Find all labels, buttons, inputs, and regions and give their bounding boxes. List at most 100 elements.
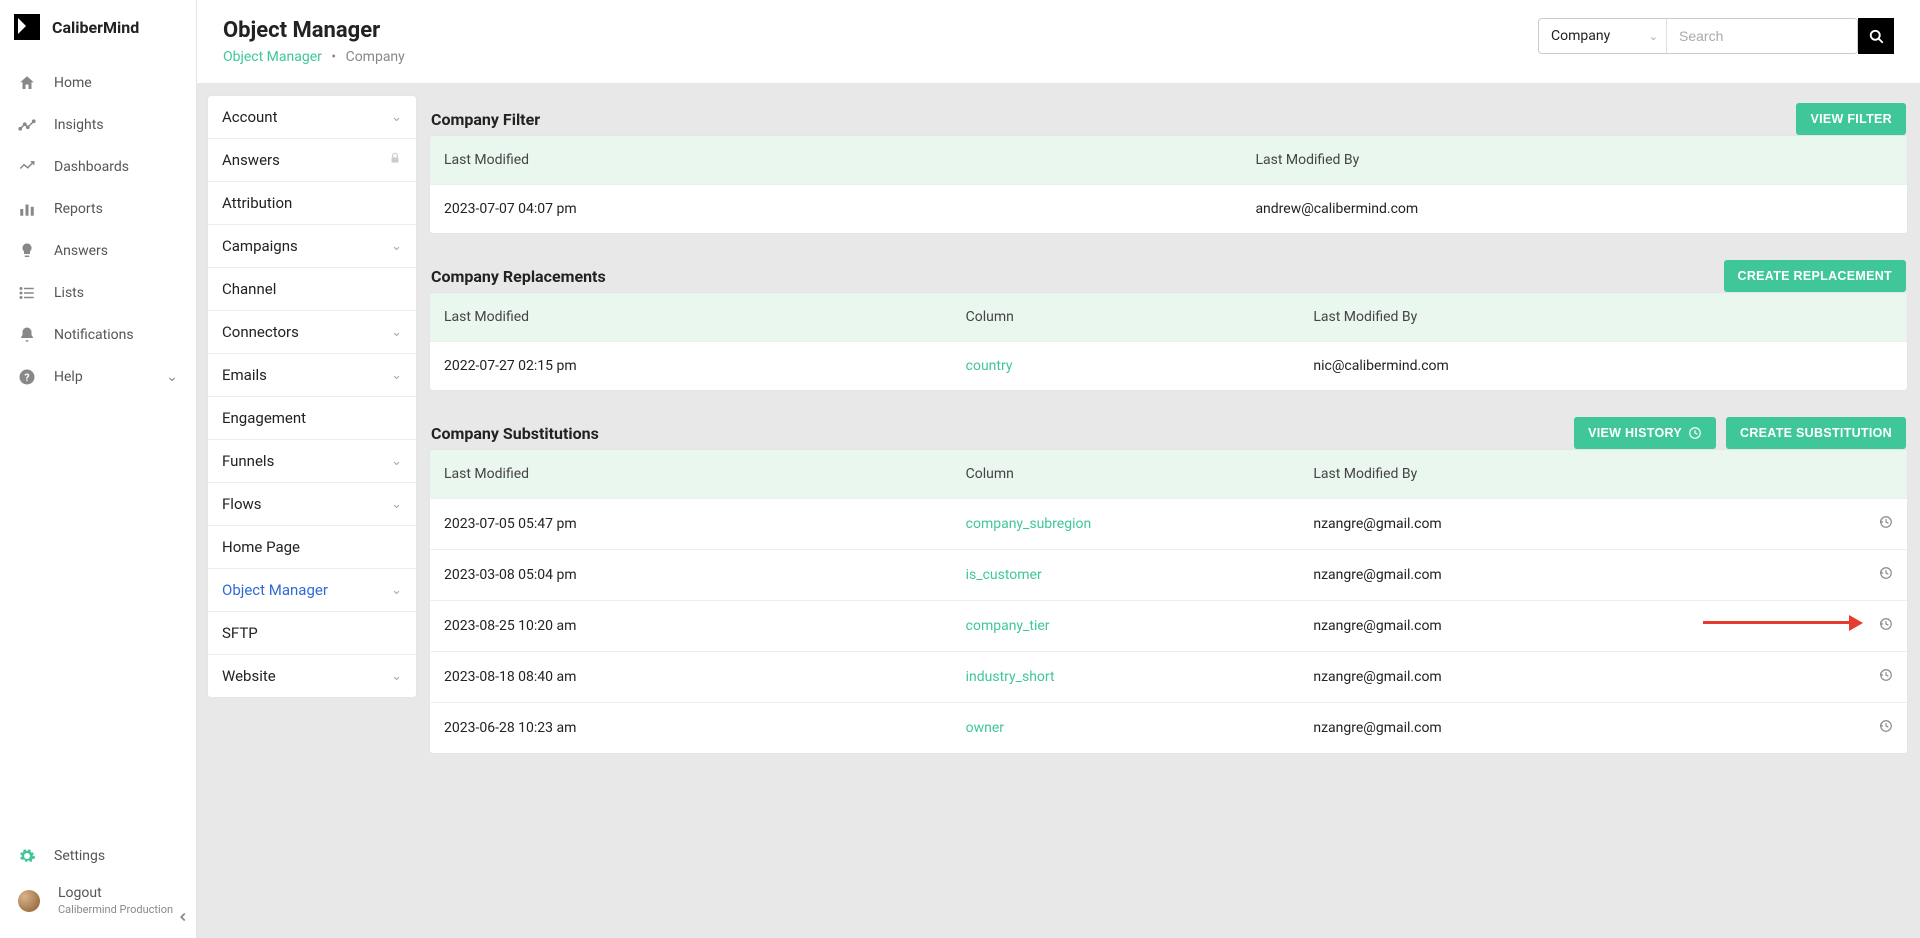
obj-item-attribution[interactable]: Attribution <box>208 182 416 225</box>
nav-notifications[interactable]: Notifications <box>0 314 196 356</box>
col-last-modified-by: Last Modified By <box>1313 466 1853 482</box>
dashboards-icon <box>18 158 36 176</box>
help-icon: ? <box>18 368 36 386</box>
home-icon <box>18 74 36 92</box>
breadcrumb-link[interactable]: Object Manager <box>223 49 322 65</box>
object-list: Account⌄ Answers Attribution Campaigns⌄ … <box>207 95 417 698</box>
obj-item-connectors[interactable]: Connectors⌄ <box>208 311 416 354</box>
chevron-down-icon: ⌄ <box>1649 30 1658 43</box>
obj-item-home-page[interactable]: Home Page <box>208 526 416 569</box>
row-history-button[interactable] <box>1879 721 1893 737</box>
view-filter-button[interactable]: VIEW FILTER <box>1796 103 1906 135</box>
cell-last-modified: 2023-07-07 04:07 pm <box>444 201 1255 217</box>
col-last-modified: Last Modified <box>444 466 966 482</box>
svg-text:?: ? <box>24 371 29 384</box>
table-row[interactable]: 2023-08-18 08:40 am industry_short nzang… <box>430 651 1907 702</box>
reports-icon <box>18 200 36 218</box>
filter-table: Last Modified Last Modified By 2023-07-0… <box>429 135 1908 234</box>
table-row[interactable]: 2023-06-28 10:23 am owner nzangre@gmail.… <box>430 702 1907 753</box>
sidebar-bottom: Settings Logout Calibermind Production <box>0 829 196 938</box>
object-select-value: Company <box>1551 28 1610 44</box>
content: Account⌄ Answers Attribution Campaigns⌄ … <box>197 83 1920 766</box>
obj-item-sftp[interactable]: SFTP <box>208 612 416 655</box>
cell-last-modified: 2023-06-28 10:23 am <box>444 720 966 736</box>
create-substitution-button[interactable]: CREATE SUBSTITUTION <box>1726 417 1906 449</box>
nav-home[interactable]: Home <box>0 62 196 104</box>
list-icon <box>18 284 36 302</box>
obj-item-engagement[interactable]: Engagement <box>208 397 416 440</box>
nav-insights[interactable]: Insights <box>0 104 196 146</box>
cell-last-modified: 2023-08-25 10:20 am <box>444 618 966 634</box>
nav-dashboards[interactable]: Dashboards <box>0 146 196 188</box>
section-title: Company Replacements <box>431 267 606 286</box>
cell-column[interactable]: company_tier <box>966 618 1314 634</box>
chevron-down-icon: ⌄ <box>391 583 402 598</box>
obj-item-funnels[interactable]: Funnels⌄ <box>208 440 416 483</box>
chevron-down-icon: ⌄ <box>391 110 402 125</box>
breadcrumb-current: Company <box>346 49 405 65</box>
row-history-button[interactable] <box>1879 517 1893 533</box>
replacements-table: Last Modified Column Last Modified By 20… <box>429 292 1908 391</box>
obj-item-emails[interactable]: Emails⌄ <box>208 354 416 397</box>
nav-label: Notifications <box>54 327 134 343</box>
nav-lists[interactable]: Lists <box>0 272 196 314</box>
annotation-arrow <box>1703 618 1863 634</box>
search-button[interactable] <box>1858 18 1894 54</box>
search-input[interactable] <box>1667 19 1857 53</box>
obj-item-website[interactable]: Website⌄ <box>208 655 416 697</box>
nav-reports[interactable]: Reports <box>0 188 196 230</box>
cell-column[interactable]: country <box>966 358 1314 374</box>
brand-name: CaliberMind <box>52 18 139 37</box>
cell-last-modified-by: nzangre@gmail.com <box>1313 567 1853 583</box>
col-last-modified: Last Modified <box>444 309 966 325</box>
brand: CaliberMind <box>0 0 196 54</box>
table-row[interactable]: 2022-07-27 02:15 pm country nic@caliberm… <box>430 341 1907 390</box>
row-history-button[interactable] <box>1879 619 1893 635</box>
table-row[interactable]: 2023-07-05 05:47 pm company_subregion nz… <box>430 498 1907 549</box>
obj-item-answers[interactable]: Answers <box>208 139 416 182</box>
row-history-button[interactable] <box>1879 568 1893 584</box>
col-column: Column <box>966 466 1314 482</box>
table-row[interactable]: 2023-08-25 10:20 am company_tier nzangre… <box>430 600 1907 651</box>
cell-column[interactable]: is_customer <box>966 567 1314 583</box>
obj-item-account[interactable]: Account⌄ <box>208 96 416 139</box>
obj-item-channel[interactable]: Channel <box>208 268 416 311</box>
gear-icon <box>18 847 36 865</box>
col-last-modified-by: Last Modified By <box>1255 152 1893 168</box>
section-title: Company Filter <box>431 110 540 129</box>
chevron-down-icon: ⌄ <box>391 239 402 254</box>
cell-column[interactable]: industry_short <box>966 669 1314 685</box>
section-title: Company Substitutions <box>431 424 599 443</box>
obj-item-flows[interactable]: Flows⌄ <box>208 483 416 526</box>
breadcrumb-separator: • <box>331 49 336 65</box>
create-replacement-button[interactable]: CREATE REPLACEMENT <box>1724 260 1906 292</box>
substitutions-table: Last Modified Column Last Modified By 20… <box>429 449 1908 754</box>
insights-icon <box>18 116 36 134</box>
view-history-button[interactable]: VIEW HISTORY <box>1574 417 1716 449</box>
row-history-button[interactable] <box>1879 670 1893 686</box>
nav-logout[interactable]: Logout Calibermind Production <box>0 875 196 926</box>
cell-last-modified: 2022-07-27 02:15 pm <box>444 358 966 374</box>
collapse-sidebar-button[interactable] <box>176 910 190 928</box>
obj-item-object-manager[interactable]: Object Manager⌄ <box>208 569 416 612</box>
table-row[interactable]: 2023-07-07 04:07 pm andrew@calibermind.c… <box>430 184 1907 233</box>
section-company-filter: Company Filter VIEW FILTER Last Modified… <box>429 95 1908 234</box>
section-company-substitutions: Company Substitutions VIEW HISTORY CREAT… <box>429 409 1908 754</box>
search-group: Company ⌄ <box>1538 18 1858 54</box>
cell-last-modified-by: nzangre@gmail.com <box>1313 720 1853 736</box>
col-last-modified-by: Last Modified By <box>1313 309 1893 325</box>
nav-answers[interactable]: Answers <box>0 230 196 272</box>
brand-logo-icon <box>14 14 40 40</box>
main-nav: Home Insights Dashboards Reports Answers… <box>0 54 196 829</box>
nav-label: Insights <box>54 117 104 133</box>
cell-last-modified-by: nic@calibermind.com <box>1313 358 1893 374</box>
obj-item-campaigns[interactable]: Campaigns⌄ <box>208 225 416 268</box>
nav-settings[interactable]: Settings <box>0 837 196 875</box>
nav-help[interactable]: ? Help ⌄ <box>0 356 196 398</box>
nav-label: Home <box>54 75 92 91</box>
cell-column[interactable]: company_subregion <box>966 516 1314 532</box>
table-row[interactable]: 2023-03-08 05:04 pm is_customer nzangre@… <box>430 549 1907 600</box>
cell-last-modified-by: andrew@calibermind.com <box>1255 201 1893 217</box>
cell-column[interactable]: owner <box>966 720 1314 736</box>
object-select[interactable]: Company ⌄ <box>1539 19 1667 53</box>
